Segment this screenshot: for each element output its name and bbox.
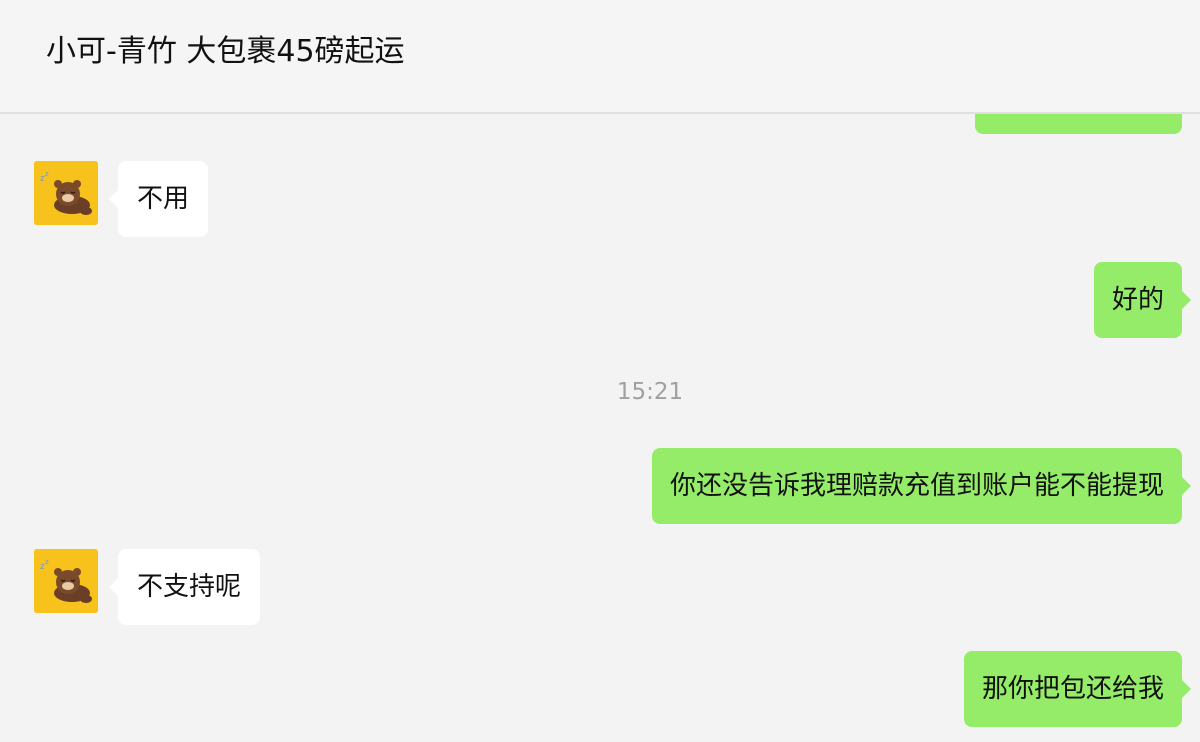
- svg-text:z: z: [45, 558, 49, 566]
- message-text: 不用: [137, 184, 190, 214]
- message-text: 那你把包还给我: [981, 674, 1164, 704]
- chat-title[interactable]: 小可-青竹 大包裹45磅起运: [46, 32, 405, 72]
- contact-avatar[interactable]: z z: [34, 161, 98, 225]
- brown-bear-sleeping-icon: z z: [34, 161, 98, 225]
- outgoing-message-bubble[interactable]: 那你把包还给我: [963, 651, 1192, 727]
- incoming-message-bubble[interactable]: 不支持呢: [108, 549, 261, 625]
- incoming-message-bubble[interactable]: 不用: [108, 161, 209, 237]
- outgoing-message-bubble[interactable]: 好的: [1093, 262, 1192, 338]
- message-list[interactable]: z z 不用 好的 15:21 你还没告诉我理赔款充值到账户能不能提现 z z: [0, 114, 1200, 742]
- message-text: 不支持呢: [137, 572, 242, 602]
- message-text: 你还没告诉我理赔款充值到账户能不能提现: [669, 471, 1164, 501]
- brown-bear-sleeping-icon: z z: [34, 549, 98, 613]
- contact-avatar[interactable]: z z: [34, 549, 98, 613]
- chat-header: 小可-青竹 大包裹45磅起运: [0, 0, 1200, 114]
- svg-text:z: z: [45, 170, 49, 178]
- message-text: 好的: [1111, 285, 1164, 315]
- message-timestamp: 15:21: [616, 379, 684, 405]
- outgoing-message-bubble-partial[interactable]: [975, 114, 1182, 134]
- outgoing-message-bubble[interactable]: 你还没告诉我理赔款充值到账户能不能提现: [651, 448, 1192, 524]
